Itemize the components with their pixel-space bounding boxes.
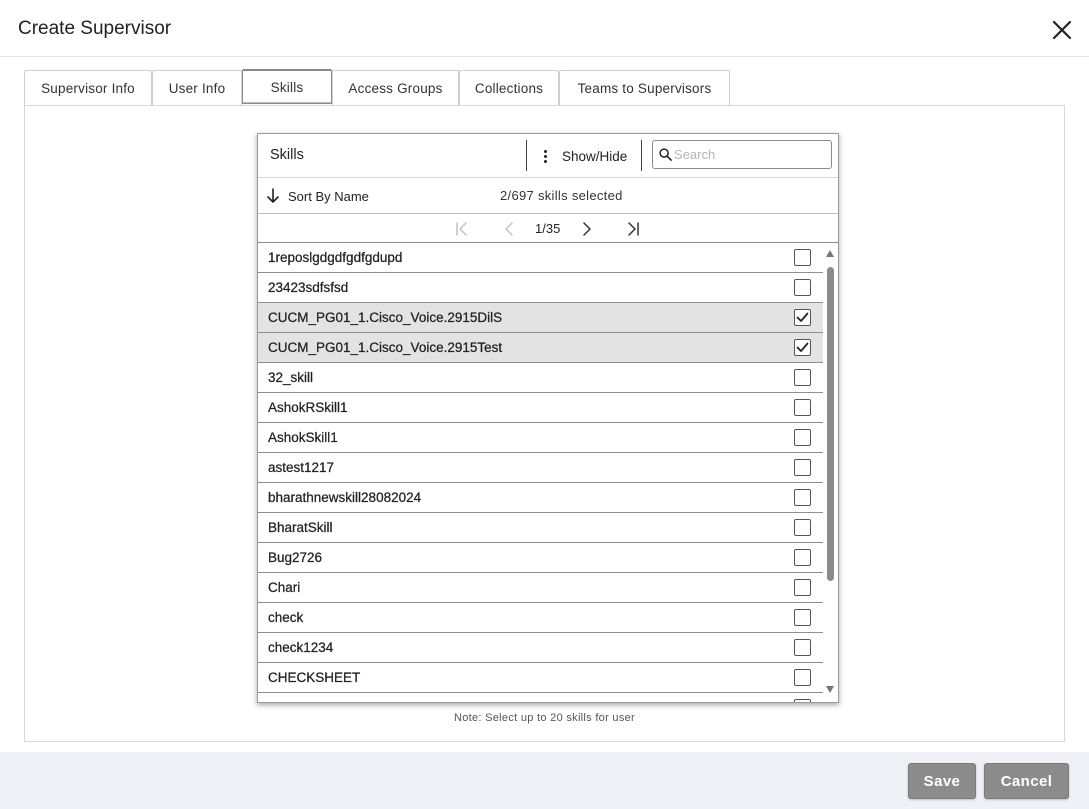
page-indicator: 1/35 (535, 221, 561, 236)
skill-row[interactable]: 32_skill (258, 363, 823, 393)
skill-name: astest1217 (268, 460, 335, 475)
save-button[interactable]: Save (908, 763, 976, 799)
last-page-icon[interactable] (625, 221, 641, 237)
pagination: 1/35 (258, 214, 838, 243)
tab-skills[interactable]: Skills (242, 69, 332, 104)
scrollbar[interactable] (823, 243, 838, 702)
arrow-down-icon (267, 188, 279, 203)
skill-checkbox[interactable] (794, 519, 811, 536)
skill-row[interactable]: AshokSkill1 (258, 423, 823, 453)
skill-name: BharatSkill (268, 520, 333, 535)
skill-list: 1reposlgdgdfgdfgdupd 23423sdfsfsd CUCM_PG0… (258, 243, 823, 702)
scroll-up-icon[interactable] (826, 250, 834, 257)
skill-name: 23423sdfsfsd (268, 280, 349, 295)
selected-count: 2/697 skills selected (500, 188, 623, 203)
more-vertical-icon (540, 149, 552, 163)
scroll-down-icon[interactable] (826, 686, 834, 693)
tab-access-groups[interactable]: Access Groups (332, 70, 459, 105)
show-hide-label: Show/Hide (562, 148, 628, 164)
previous-page-icon[interactable] (502, 221, 518, 237)
tab-collections[interactable]: Collections (459, 70, 559, 105)
skill-name: CUCM_PG01_1.Cisco_Voice.2915DilS (268, 310, 503, 325)
dialog-footer: Save Cancel (0, 752, 1089, 809)
skill-row[interactable]: check (258, 603, 823, 633)
tab-user-info[interactable]: User Info (152, 70, 242, 105)
skill-row[interactable]: CUCM_PG01_1.Cisco_Voice.2915Test (258, 333, 823, 363)
skill-row[interactable]: check1234 (258, 633, 823, 663)
search-input[interactable] (674, 144, 824, 165)
search-icon (659, 148, 672, 161)
skills-picker: Skills Show/Hide Sort By Name 2/697 skil… (257, 133, 839, 703)
next-page-icon[interactable] (578, 221, 594, 237)
search-box (652, 140, 832, 169)
skill-checkbox[interactable] (794, 549, 811, 566)
skill-name: check (268, 610, 304, 625)
close-icon[interactable] (1050, 18, 1074, 42)
skill-checkbox[interactable] (794, 249, 811, 266)
skill-row[interactable]: 1reposlgdgdfgdfgdupd (258, 243, 823, 273)
dialog-title: Create Supervisor (18, 18, 172, 39)
skill-checkbox[interactable] (794, 429, 811, 446)
tab-teams-to-supervisors[interactable]: Teams to Supervisors (559, 70, 730, 105)
skill-checkbox[interactable] (794, 459, 811, 476)
skill-row[interactable]: Bug2726 (258, 543, 823, 573)
skill-row[interactable]: 23423sdfsfsd (258, 273, 823, 303)
first-page-icon[interactable] (454, 221, 470, 237)
skill-checkbox[interactable] (794, 639, 811, 656)
skill-checkbox[interactable] (794, 309, 811, 326)
skill-name: AshokRSkill1 (268, 400, 348, 415)
skill-checkbox[interactable] (794, 609, 811, 626)
checkmark-icon (796, 312, 809, 322)
header-divider (526, 140, 527, 171)
skill-name: CHECKSHEET (268, 670, 361, 685)
header-divider (641, 140, 642, 171)
skills-header: Skills Show/Hide (258, 134, 838, 178)
skill-row[interactable]: AshokRSkill1 (258, 393, 823, 423)
skill-checkbox[interactable] (794, 699, 811, 702)
skill-name: bharathnewskill28082024 (268, 490, 422, 505)
skill-row[interactable]: Chari (258, 573, 823, 603)
skill-row[interactable]: bharathnewskill28082024 (258, 483, 823, 513)
skill-checkbox[interactable] (794, 669, 811, 686)
scrollbar-thumb[interactable] (827, 267, 834, 581)
tab-supervisor-info[interactable]: Supervisor Info (24, 70, 152, 105)
sort-by-name-button[interactable]: Sort By Name (266, 188, 369, 204)
skill-name: Chari (268, 580, 301, 595)
create-supervisor-dialog: Create Supervisor Supervisor Info User I… (0, 0, 1089, 809)
skill-row[interactable]: astest1217 (258, 453, 823, 483)
cancel-button[interactable]: Cancel (984, 763, 1069, 799)
skill-name: AshokSkill1 (268, 430, 338, 445)
skill-row[interactable] (258, 693, 823, 702)
skill-row[interactable]: CUCM_PG01_1.Cisco_Voice.2915DilS (258, 303, 823, 333)
skill-checkbox[interactable] (794, 489, 811, 506)
checkmark-icon (796, 342, 809, 352)
show-hide-button[interactable]: Show/Hide (540, 146, 627, 166)
skill-checkbox[interactable] (794, 279, 811, 296)
skill-checkbox[interactable] (794, 399, 811, 416)
skill-name: check1234 (268, 640, 334, 655)
sort-bar: Sort By Name 2/697 skills selected (258, 178, 838, 214)
skill-checkbox[interactable] (794, 369, 811, 386)
dialog-header: Create Supervisor (0, 0, 1089, 57)
skill-checkbox[interactable] (794, 579, 811, 596)
skill-row[interactable]: CHECKSHEET (258, 663, 823, 693)
skill-row[interactable]: BharatSkill (258, 513, 823, 543)
skill-name: 1reposlgdgdfgdfgdupd (268, 250, 403, 265)
skill-checkbox[interactable] (794, 339, 811, 356)
sort-label: Sort By Name (288, 188, 369, 204)
skill-name: CUCM_PG01_1.Cisco_Voice.2915Test (268, 340, 503, 355)
skill-name: Bug2726 (268, 550, 323, 565)
skill-name: 32_skill (268, 370, 314, 385)
skills-title: Skills (270, 147, 304, 163)
skills-note: Note: Select up to 20 skills for user (453, 712, 636, 724)
